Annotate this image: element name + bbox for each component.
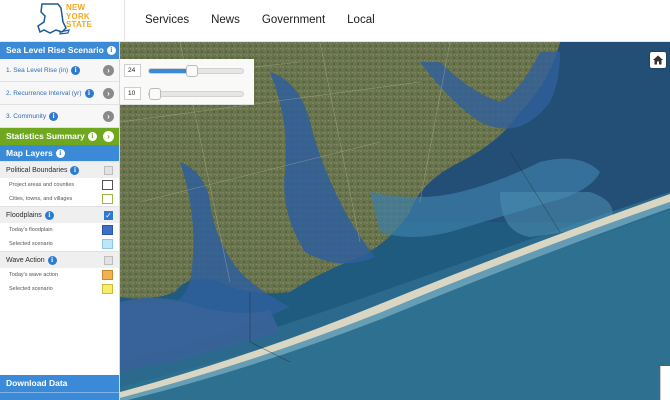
legend-label: Cities, towns, and villages [9,196,73,202]
step-label: 1. Sea Level Rise (in) [6,67,69,74]
legend-item: Today's floodplain [0,223,119,237]
legend-label: Selected scenario [9,286,53,292]
legend-swatch [102,180,113,190]
sea-level-slider-thumb[interactable] [186,65,199,77]
sea-level-slider-track[interactable] [148,65,244,77]
map-scale-widget [660,366,670,400]
chevron-right-icon[interactable]: › [103,88,114,99]
checkbox-icon[interactable] [104,166,113,175]
step-community[interactable]: 3. Community i › [0,105,119,128]
layers-title: Map Layers [6,148,53,158]
logo-text: NEW YORK STATE [66,3,93,29]
info-icon[interactable]: i [71,65,81,75]
nav-services[interactable]: Services [145,14,189,26]
site-header: NEW YORK STATE Services News Government … [0,0,670,42]
legend-label: Project areas and counties [9,182,75,188]
recurrence-value-input[interactable]: 10 [124,87,141,100]
group-title: Floodplains [6,212,42,219]
legend-swatch [102,194,113,204]
sidebar: Sea Level Rise Scenario i 1. Sea Level Ri… [0,42,120,400]
nav-news[interactable]: News [211,14,240,26]
group-title: Political Boundaries [6,167,68,174]
checkbox-checked-icon[interactable]: ✓ [104,211,113,220]
recurrence-slider-thumb[interactable] [149,88,161,100]
info-icon[interactable]: i [44,210,54,220]
info-icon[interactable]: i [49,111,59,121]
step-label: 3. Community [6,113,47,120]
legend-swatch [102,239,113,249]
chevron-right-icon[interactable]: › [103,111,114,122]
step-sea-level-rise[interactable]: 1. Sea Level Rise (in) i › [0,59,119,82]
legend-item: Selected scenario [0,237,119,251]
sea-level-value-input[interactable]: 24 [124,64,141,77]
scenario-sliders-panel: 24 10 [120,59,254,105]
stats-title: Statistics Summary [6,131,85,141]
scenario-header[interactable]: Sea Level Rise Scenario i [0,42,119,59]
legend-swatch [102,284,113,294]
layer-group-floodplains[interactable]: Floodplains i ✓ [0,206,119,223]
info-icon[interactable]: i [84,88,94,98]
scenario-title: Sea Level Rise Scenario [6,45,104,55]
chevron-right-icon[interactable]: › [103,65,114,76]
legend-label: Today's floodplain [9,227,53,233]
download-data-button[interactable]: Download Data [0,375,119,392]
nav-government[interactable]: Government [262,14,325,26]
info-icon[interactable]: i [87,132,97,142]
legend-swatch [102,225,113,235]
statistics-summary-header[interactable]: Statistics Summary i › [0,128,119,145]
info-icon[interactable]: i [70,165,80,175]
map-layers-header: Map Layers i [0,145,119,161]
recurrence-slider-track[interactable] [148,88,244,100]
info-icon[interactable]: i [47,255,57,265]
step-recurrence-interval[interactable]: 2. Recurrence Interval (yr) i › [0,82,119,105]
legend-item: Selected scenario [0,282,119,296]
legend-label: Today's wave action [9,272,59,278]
main-nav: Services News Government Local [145,14,397,26]
nav-local[interactable]: Local [347,14,375,26]
legend-swatch [102,270,113,280]
next-section-header[interactable] [0,392,119,400]
nys-logo[interactable]: NEW YORK STATE [0,0,125,42]
recurrence-slider-row: 10 [124,87,248,101]
chevron-right-icon[interactable]: › [103,131,114,142]
legend-item: Project areas and counties [0,178,119,192]
layer-group-wave-action[interactable]: Wave Action i [0,251,119,268]
info-icon[interactable]: i [55,149,65,159]
nys-state-outline-icon [37,3,70,35]
layer-group-political-boundaries[interactable]: Political Boundaries i [0,161,119,178]
group-title: Wave Action [6,257,45,264]
legend-label: Selected scenario [9,241,53,247]
legend-item: Cities, towns, and villages [0,192,119,206]
step-label: 2. Recurrence Interval (yr) [6,90,82,97]
home-icon [653,55,663,65]
download-title: Download Data [6,378,68,388]
info-icon[interactable]: i [106,46,116,56]
legend-item: Today's wave action [0,268,119,282]
checkbox-icon[interactable] [104,256,113,265]
home-button[interactable] [650,52,666,68]
sea-level-slider-row: 24 [124,64,248,78]
